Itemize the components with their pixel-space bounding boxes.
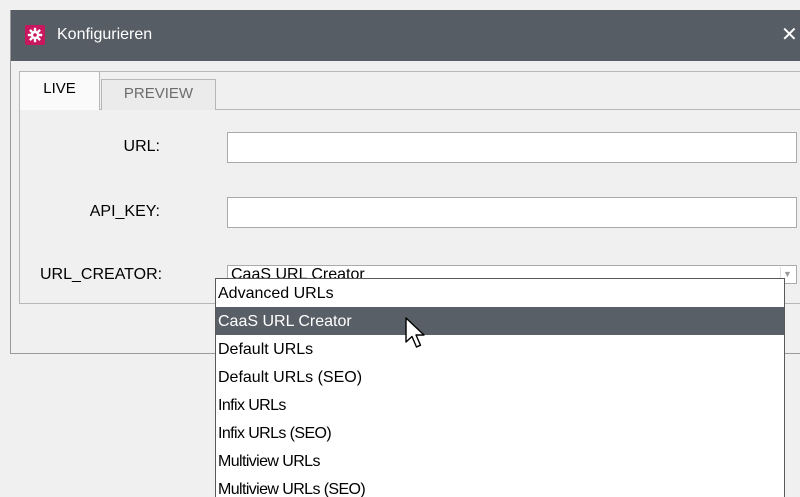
gear-icon [25,25,45,45]
dropdown-option[interactable]: Infix URLs (SEO) [216,419,784,447]
api-key-input[interactable] [227,197,797,228]
dropdown-option[interactable]: Infix URLs [216,391,784,419]
dropdown-option[interactable]: Multiview URLs [216,447,784,475]
dialog-title: Konfigurieren [57,26,153,43]
tab-live[interactable]: LIVE [20,72,100,110]
tab-panel: LIVE PREVIEW URL: API_KEY: URL_CREATOR: … [19,71,800,304]
dropdown-option[interactable]: Default URLs (SEO) [216,363,784,391]
close-icon[interactable]: ✕ [781,24,800,46]
mouse-cursor-icon [405,317,425,348]
dropdown-option[interactable]: Default URLs [216,335,784,363]
title-bar[interactable]: Konfigurieren ✕ [11,10,800,61]
dropdown-option[interactable]: Advanced URLs [216,279,784,307]
api-key-label: API_KEY: [89,203,160,220]
url-creator-dropdown-list: Advanced URLs CaaS URL Creator Default U… [215,278,785,497]
dropdown-option[interactable]: Multiview URLs (SEO) [216,475,784,497]
url-creator-label: URL_CREATOR: [40,266,163,283]
tab-preview[interactable]: PREVIEW [101,79,216,110]
dropdown-option-selected[interactable]: CaaS URL Creator [216,307,784,335]
url-label: URL: [123,138,160,155]
url-input[interactable] [227,132,797,163]
